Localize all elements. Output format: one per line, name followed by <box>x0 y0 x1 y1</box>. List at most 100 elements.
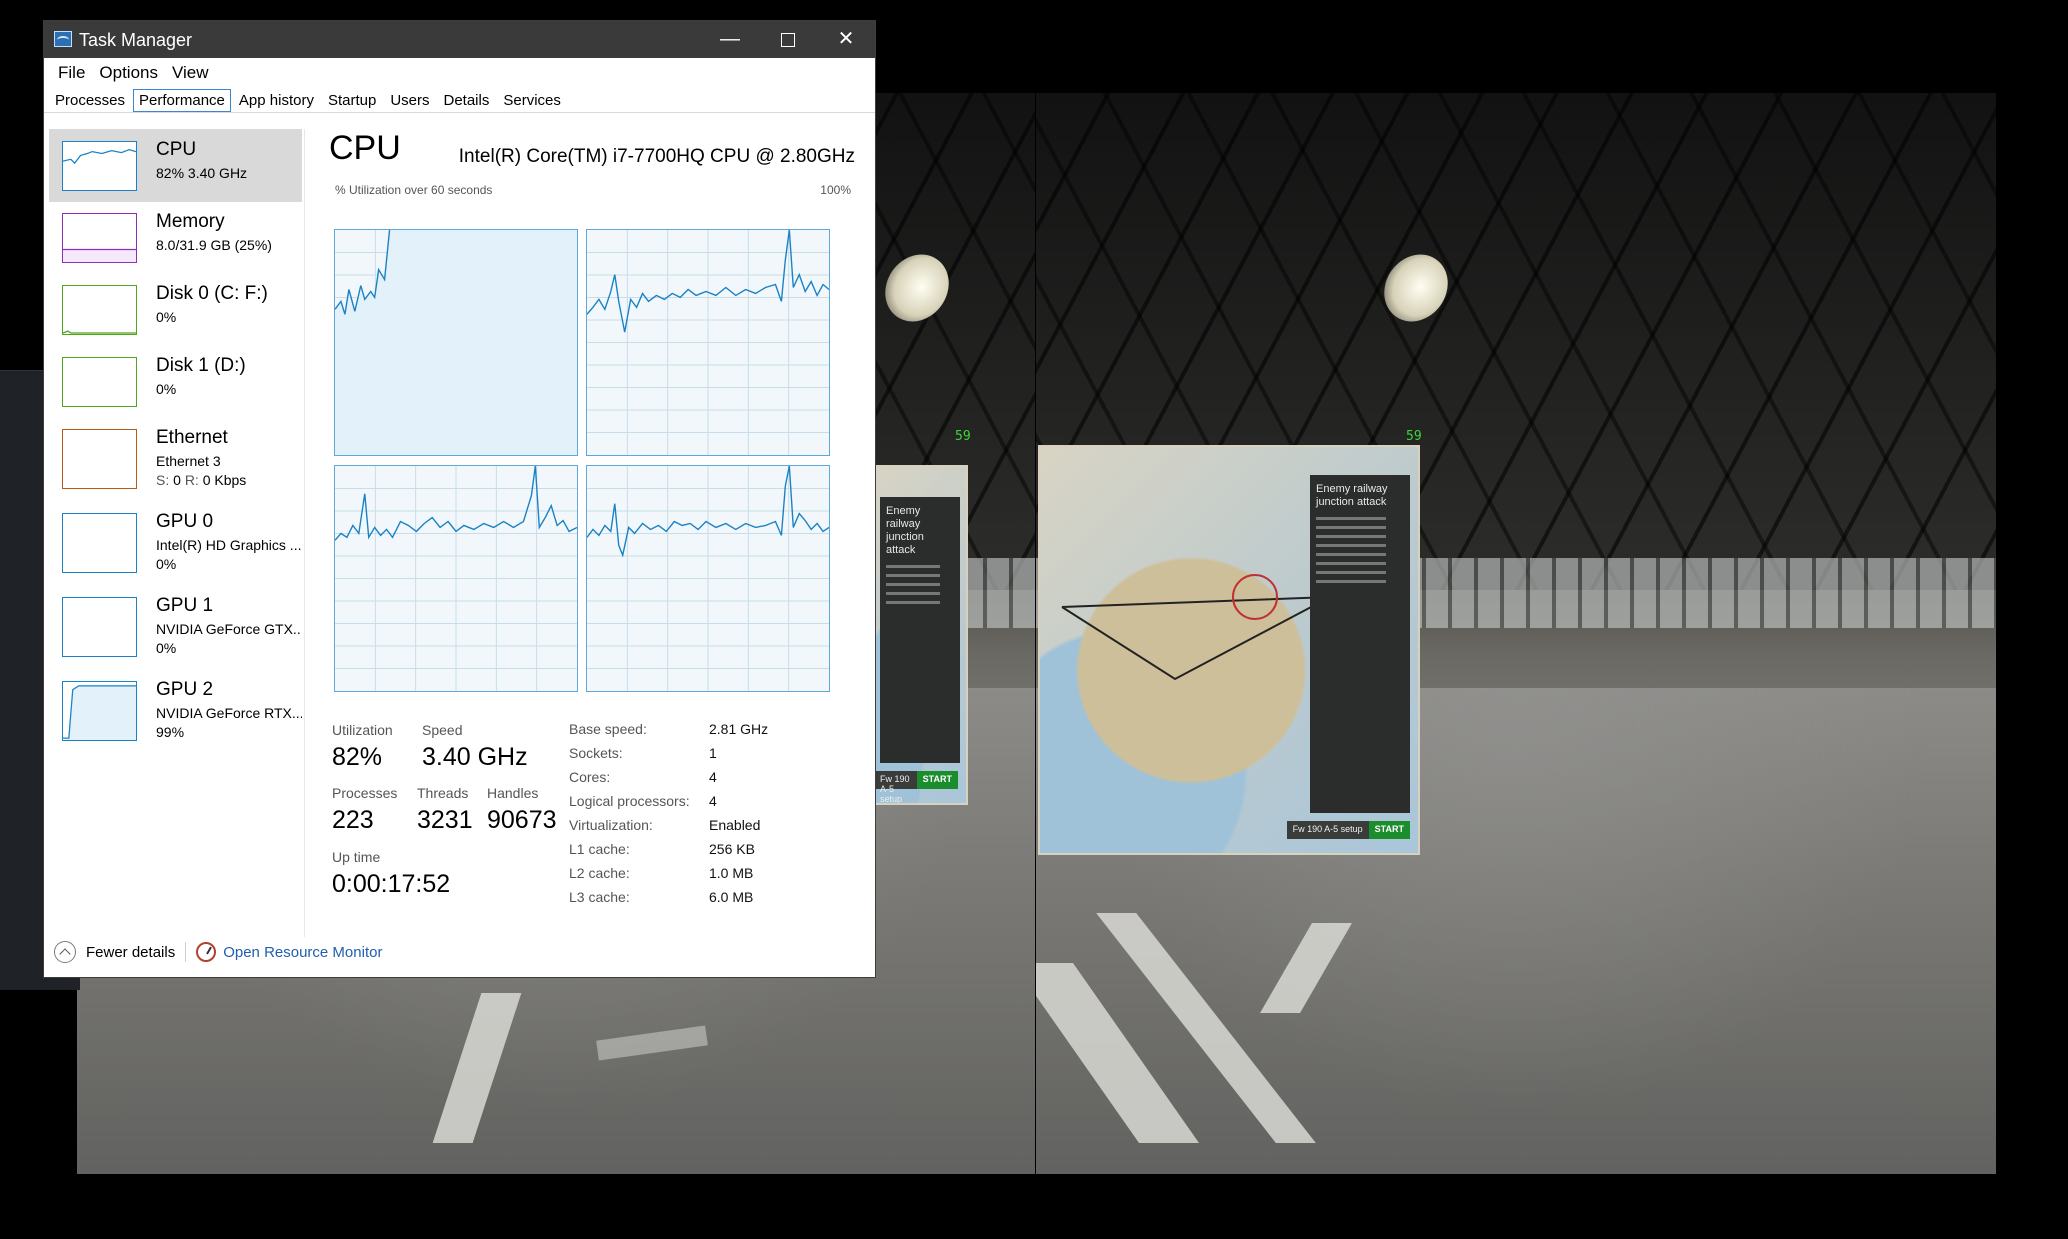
spec-row: L1 cache: 256 KB <box>569 841 755 857</box>
sidebar-item-value: NVIDIA GeForce RTX... <box>156 705 302 721</box>
stat-value: 90673 <box>487 806 557 834</box>
fps-counter-left: 59 <box>955 429 971 444</box>
menu-view[interactable]: View <box>165 63 216 83</box>
sidebar-item-label: GPU 1 <box>156 595 214 616</box>
sidebar-item-gpu-0[interactable]: GPU 0 Intel(R) HD Graphics ... 0% <box>49 501 302 585</box>
menu-file[interactable]: File <box>51 63 92 83</box>
divider <box>185 942 187 962</box>
spec-row: Virtualization: Enabled <box>569 817 761 833</box>
tab-app-history[interactable]: App history <box>233 89 320 112</box>
spec-row: L3 cache: 6.0 MB <box>569 889 754 905</box>
sidebar-item-memory[interactable]: Memory 8.0/31.9 GB (25%) <box>49 201 302 274</box>
mission-panel-left: Enemy railway junction attack Fw 190 A-5… <box>872 465 968 805</box>
stat-label: Handles <box>487 785 539 801</box>
graph-max-label: 100% <box>820 183 851 197</box>
disk-0-thumbnail-graph <box>62 285 137 335</box>
stat-label: Up time <box>332 849 381 865</box>
close-button[interactable]: ✕ <box>817 21 875 58</box>
cpu-core-graph-0 <box>334 229 578 456</box>
resource-monitor-icon <box>196 942 217 962</box>
maximize-button[interactable] <box>759 21 817 58</box>
tab-startup[interactable]: Startup <box>322 89 382 112</box>
tab-performance[interactable]: Performance <box>133 89 231 112</box>
aircraft-setup-button[interactable]: Fw 190 A-5 setup <box>874 771 917 803</box>
threads-stat: Threads 3231 <box>417 785 473 835</box>
sidebar-item-label: GPU 2 <box>156 679 214 700</box>
stat-label: Speed <box>422 722 463 738</box>
tab-details[interactable]: Details <box>438 89 496 112</box>
sidebar-item-usage: 0% <box>156 640 177 656</box>
sidebar-item-value: 8.0/31.9 GB (25%) <box>156 237 272 253</box>
stat-value: 3.40 GHz <box>422 743 528 771</box>
sidebar-item-label: Ethernet <box>156 427 228 448</box>
mission-title: Enemy railway junction attack <box>1316 483 1388 508</box>
footer-bar: Fewer details Open Resource Monitor <box>44 927 875 977</box>
tab-bar: Processes Performance App history Startu… <box>44 89 875 113</box>
tab-processes[interactable]: Processes <box>49 89 131 112</box>
sidebar-item-gpu-1[interactable]: GPU 1 NVIDIA GeForce GTX... 0% <box>49 585 302 669</box>
stat-value: 223 <box>332 806 374 834</box>
maximize-icon <box>781 32 795 47</box>
ethernet-throughput: S: 0 R: 0 Kbps <box>156 472 247 488</box>
title-bar[interactable]: Task Manager — ✕ <box>44 21 875 58</box>
aircraft-setup-button[interactable]: Fw 190 A-5 setup <box>1286 821 1369 839</box>
graph-caption: % Utilization over 60 seconds <box>335 183 493 197</box>
sidebar-item-disk-1[interactable]: Disk 1 (D:) 0% <box>49 345 302 418</box>
gpu-2-thumbnail-graph <box>62 681 137 741</box>
minimize-button[interactable]: — <box>701 21 759 58</box>
speed-stat: Speed 3.40 GHz <box>422 722 528 772</box>
cpu-detail-panel: CPU Intel(R) Core(TM) i7-7700HQ CPU @ 2.… <box>324 129 864 929</box>
stat-value: 82% <box>332 743 383 771</box>
fps-counter-right: 59 <box>1406 429 1422 444</box>
cpu-core-graph-1 <box>586 229 830 456</box>
utilization-stat: Utilization 82% <box>332 722 393 772</box>
memory-thumbnail-graph <box>62 213 137 263</box>
cpu-core-graph-3 <box>586 465 830 692</box>
task-manager-icon <box>54 31 72 47</box>
spec-row: Base speed: 2.81 GHz <box>569 721 769 737</box>
mission-title: Enemy railway junction attack <box>886 505 924 556</box>
cpu-core-graph-2 <box>334 465 578 692</box>
sidebar-item-label: Memory <box>156 211 225 232</box>
tab-users[interactable]: Users <box>384 89 435 112</box>
mission-panel-right: Enemy railway junction attack Fw 190 A-5… <box>1038 445 1420 855</box>
stat-label: Utilization <box>332 722 393 738</box>
game-view-right: 59 Enemy railway junction attack Fw 190 … <box>1036 93 1996 1174</box>
ethernet-thumbnail-graph <box>62 429 137 489</box>
spec-row: Cores: 4 <box>569 769 717 785</box>
sidebar-item-gpu-2[interactable]: GPU 2 NVIDIA GeForce RTX... 99% <box>49 669 302 753</box>
gpu-0-thumbnail-graph <box>62 513 137 573</box>
sidebar-item-value: Ethernet 3 <box>156 453 221 469</box>
chevron-up-icon[interactable] <box>54 941 76 963</box>
gpu-1-thumbnail-graph <box>62 597 137 657</box>
task-manager-window: Task Manager — ✕ File Options View Proce… <box>43 20 876 978</box>
stat-value: 0:00:17:52 <box>332 870 451 898</box>
stat-label: Threads <box>417 785 469 801</box>
sidebar-item-label: Disk 1 (D:) <box>156 355 246 376</box>
fewer-details-button[interactable]: Fewer details <box>86 944 175 961</box>
start-button[interactable]: START <box>916 771 958 789</box>
sidebar-item-disk-0[interactable]: Disk 0 (C: F:) 0% <box>49 273 302 346</box>
spec-row: L2 cache: 1.0 MB <box>569 865 754 881</box>
page-title: CPU <box>329 129 401 167</box>
sidebar-item-value: NVIDIA GeForce GTX... <box>156 621 302 637</box>
cpu-specs-table: Base speed: 2.81 GHz Sockets: 1 Cores: 4 Lo… <box>569 721 768 913</box>
stat-label: Processes <box>332 785 398 801</box>
sidebar-item-value: Intel(R) HD Graphics ... <box>156 537 302 553</box>
menu-options[interactable]: Options <box>92 63 165 83</box>
start-button[interactable]: START <box>1368 821 1410 839</box>
sidebar-item-usage: 0% <box>156 556 177 572</box>
processes-stat: Processes 223 <box>332 785 397 835</box>
stat-value: 3231 <box>417 806 473 834</box>
uptime-stat: Up time 0:00:17:52 <box>332 849 450 899</box>
sidebar-item-label: GPU 0 <box>156 511 214 532</box>
sidebar-item-value: 0% <box>156 309 177 325</box>
spec-row: Logical processors: 4 <box>569 793 717 809</box>
sidebar-item-value: 82% 3.40 GHz <box>156 165 248 181</box>
open-resource-monitor-link[interactable]: Open Resource Monitor <box>223 944 382 961</box>
tab-services[interactable]: Services <box>497 89 567 112</box>
cpu-model-name: Intel(R) Core(TM) i7-7700HQ CPU @ 2.80GH… <box>458 146 855 167</box>
sidebar-item-label: CPU <box>156 139 197 160</box>
sidebar-item-ethernet[interactable]: Ethernet Ethernet 3 S: 0 R: 0 Kbps <box>49 417 302 501</box>
sidebar-item-cpu[interactable]: CPU 82% 3.40 GHz <box>49 129 302 202</box>
